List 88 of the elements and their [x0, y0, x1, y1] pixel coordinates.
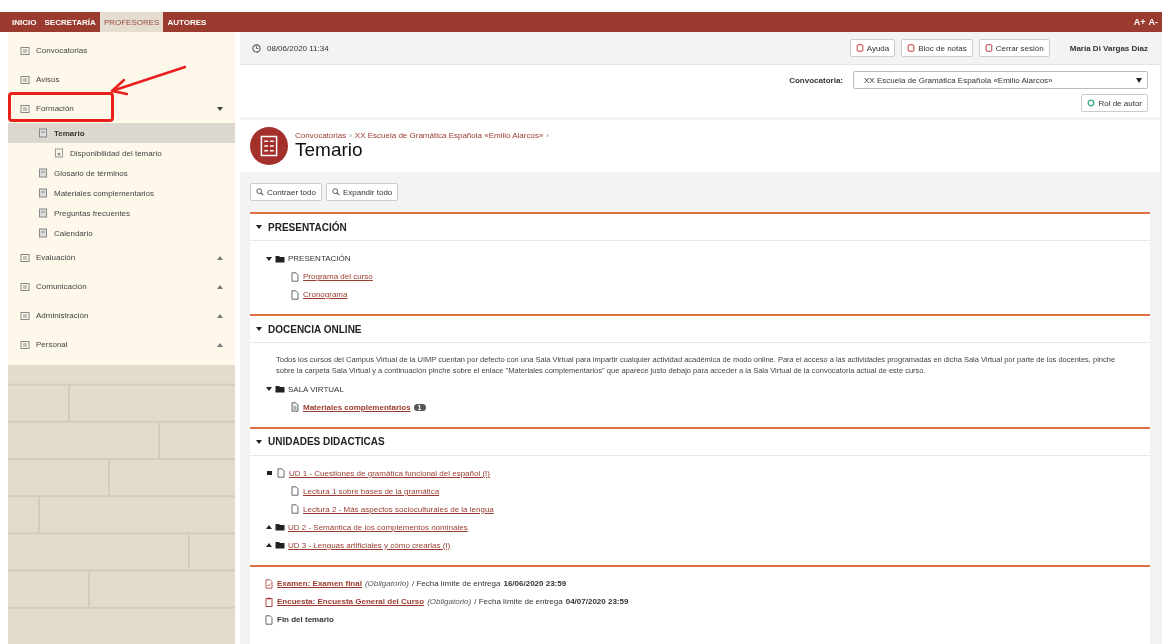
page-icon: [38, 128, 48, 138]
task-link[interactable]: Encuesta: Encuesta General del Curso: [277, 597, 425, 607]
refresh-icon: [1087, 99, 1096, 107]
sidebar-subitem[interactable]: Disponibilidad del temario: [8, 143, 235, 163]
page-icon: [38, 228, 48, 238]
deadline-label: / Fecha límite de entrega: [411, 579, 501, 589]
sidebar-subitem[interactable]: Glosario de términos: [8, 163, 235, 183]
deadline-date: 04/07/2020 23:59: [565, 597, 629, 607]
document-icon: [290, 486, 300, 497]
date-time: 08/06/2020 11:34: [267, 43, 329, 53]
document-icon: [290, 271, 300, 282]
header-button[interactable]: Bloc de notas: [901, 39, 973, 57]
magnifier-icon: [256, 188, 264, 196]
tree-link[interactable]: UD 2 - Semántica de los complementos nominales: [288, 522, 468, 532]
tree-toggle-icon[interactable]: [266, 525, 272, 530]
sidebar-item[interactable]: Formación: [8, 94, 235, 123]
sidebar-item[interactable]: Avisos: [8, 65, 235, 94]
tree-link[interactable]: Cronograma: [303, 290, 348, 299]
exam-document-icon: [264, 578, 274, 589]
role-button[interactable]: Rol de autor: [1081, 94, 1148, 112]
tree-link[interactable]: Materiales complementarios: [303, 402, 411, 412]
page-icon: [54, 148, 64, 158]
section-header[interactable]: UNIDADES DIDACTICAS: [250, 428, 1150, 456]
sidebar-subitem[interactable]: Temario: [8, 123, 235, 143]
document-icon: [290, 402, 300, 413]
breadcrumb-separator: ›: [349, 131, 352, 141]
tree-toggle-icon[interactable]: [267, 471, 272, 476]
sidebar-item[interactable]: Convocatorias: [8, 36, 235, 65]
font-size-button[interactable]: A+: [1133, 17, 1146, 27]
section-header[interactable]: PRESENTACIÓN: [250, 214, 1150, 241]
sidebar-item[interactable]: Evaluación: [8, 243, 235, 272]
toolbar-button[interactable]: Expandir todo: [325, 183, 399, 201]
field-label: Convocatoria:: [789, 75, 843, 85]
document-icon: [290, 289, 300, 300]
toolbar-button[interactable]: Contraer todo: [250, 183, 322, 201]
tree-link[interactable]: Lectura 1 sobre bases de la gramática: [303, 486, 440, 496]
document-icon: [290, 504, 300, 515]
page-icon: [38, 188, 48, 198]
tree-toggle-icon[interactable]: [266, 543, 272, 548]
tree-label: SALA VIRTUAL: [288, 384, 344, 394]
tree-label: PRESENTACIÓN: [288, 254, 351, 263]
font-size-button[interactable]: A-: [1148, 17, 1158, 27]
sidebar-item[interactable]: Administración: [8, 301, 235, 330]
expand-caret-icon: [217, 342, 223, 347]
clock-icon: [252, 43, 261, 53]
task-link[interactable]: Examen: Examen final: [277, 579, 362, 589]
expand-caret-icon: [217, 255, 223, 260]
nav-tab[interactable]: AUTORES: [163, 12, 211, 32]
button-icon: [907, 44, 916, 52]
tree-link[interactable]: Lectura 2 - Más aspectos socioculturales de la lengua: [303, 504, 494, 514]
task-note: (Obligatorio): [427, 597, 472, 607]
tree-link[interactable]: UD 3 - Lenguas artificiales y cómo crearlas (I): [288, 540, 451, 550]
document-icon: [264, 614, 274, 625]
tree-link[interactable]: UD 1 - Cuestiones de gramática funcional del español (I): [289, 468, 490, 478]
deadline-date: 16/06/2020 23:59: [503, 579, 567, 589]
nav-tab[interactable]: SECRETARÍA: [40, 12, 100, 32]
breadcrumb-link[interactable]: Convocatorias: [295, 131, 347, 141]
deadline-label: / Fecha límite de entrega: [474, 597, 563, 607]
header-button[interactable]: Cerrar sesión: [978, 39, 1050, 57]
tree-toggle-icon[interactable]: [266, 387, 272, 392]
sidebar-item[interactable]: Comunicación: [8, 272, 235, 301]
header-button[interactable]: Ayuda: [849, 39, 896, 57]
nav-tab[interactable]: INICIO: [8, 12, 41, 32]
syllabus-icon: [250, 127, 288, 165]
page-icon: [38, 168, 48, 178]
section-header[interactable]: DOCENCIA ONLINE: [250, 316, 1150, 343]
page-icon: [38, 208, 48, 218]
magnifier-icon: [331, 188, 340, 196]
convocatoria-select[interactable]: XX Escuela de Gramática Española «Emilio Alarcos»: [853, 71, 1148, 89]
button-icon: [855, 44, 864, 52]
breadcrumb-separator: ›: [546, 131, 550, 141]
tree-toggle-icon[interactable]: [266, 256, 272, 261]
button-icon: [984, 44, 993, 52]
sidebar-subitem[interactable]: Calendario: [8, 223, 235, 243]
tree-link[interactable]: Programa del curso: [303, 272, 373, 281]
end-label: Fin del temario: [277, 615, 334, 625]
nav-tab[interactable]: PROFESORES: [99, 12, 164, 32]
expand-caret-icon: [217, 313, 223, 318]
breadcrumb-link[interactable]: XX Escuela de Gramática Española «Emilio Alarcos»: [354, 131, 544, 141]
document-icon: [276, 468, 286, 479]
sidebar-item[interactable]: Personal: [8, 330, 235, 359]
expand-caret-icon: [217, 106, 223, 111]
expand-caret-icon: [217, 284, 223, 289]
task-note: (Obligatorio): [364, 579, 409, 589]
sidebar-subitem[interactable]: Preguntas frecuentes: [8, 203, 235, 223]
sidebar-subitem[interactable]: Materiales complementarios: [8, 183, 235, 203]
page-title: Temario: [295, 140, 364, 161]
user-name: María Di Vargas Díaz: [1069, 43, 1148, 53]
